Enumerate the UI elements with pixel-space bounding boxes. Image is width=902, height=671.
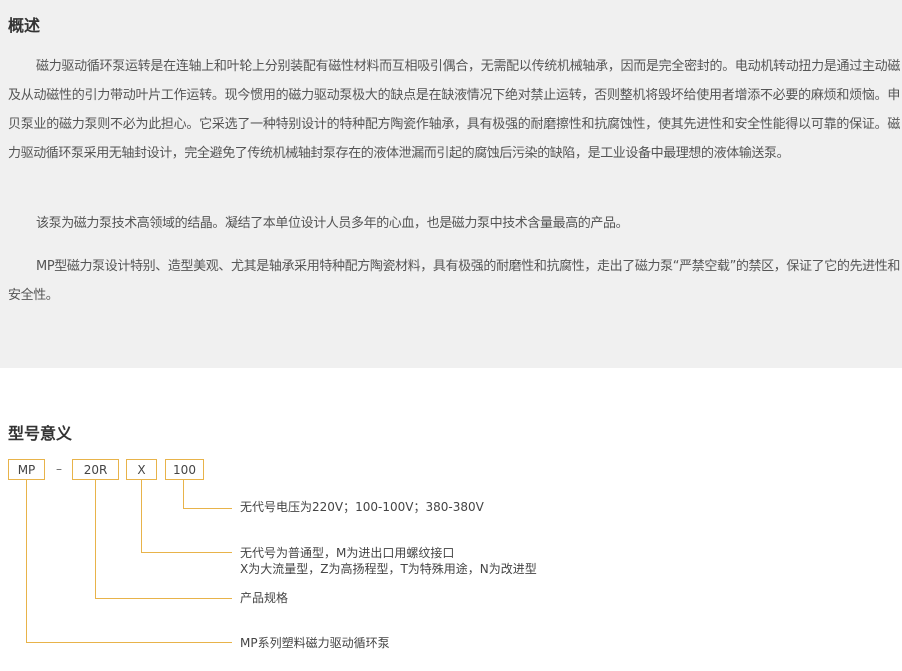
label-spec: 产品规格 xyxy=(240,591,289,605)
overview-title: 概述 xyxy=(8,16,41,35)
leader-line-series-h xyxy=(26,642,232,643)
code-box-spec: 20R xyxy=(72,459,119,480)
label-type-line-2: X为大流量型，Z为高扬程型，T为特殊用途，N为改进型 xyxy=(240,562,537,576)
leader-line-series-v xyxy=(26,480,27,643)
leader-line-spec-v xyxy=(95,480,96,599)
overview-paragraph-3: MP型磁力泵设计特别、造型美观、尤其是轴承采用特种配方陶瓷材料，具有极强的耐磨性… xyxy=(8,259,900,303)
overview-paragraph-1: 磁力驱动循环泵运转是在连轴上和叶轮上分别装配有磁性材料而互相吸引偶合，无需配以传… xyxy=(8,59,900,161)
code-separator: – xyxy=(56,462,62,476)
leader-line-voltage-v xyxy=(183,480,184,509)
code-box-type: X xyxy=(126,459,157,480)
overview-paragraph-2: 该泵为磁力泵技术高领域的结晶。凝结了本单位设计人员多年的心血，也是磁力泵中技术含… xyxy=(36,216,629,231)
code-box-series: MP xyxy=(8,459,45,480)
leader-line-voltage-h xyxy=(183,508,232,509)
label-type-line-1: 无代号为普通型，M为进出口用螺纹接口 xyxy=(240,546,455,560)
leader-line-type-v xyxy=(141,480,142,553)
label-voltage: 无代号电压为220V；100-100V；380-380V xyxy=(240,500,484,514)
overview-section: 概述 磁力驱动循环泵运转是在连轴上和叶轮上分别装配有磁性材料而互相吸引偶合，无需… xyxy=(0,0,902,368)
code-box-voltage: 100 xyxy=(165,459,204,480)
leader-line-spec-h xyxy=(95,598,232,599)
label-series: MP系列塑料磁力驱动循环泵 xyxy=(240,636,390,650)
model-meaning-title: 型号意义 xyxy=(8,424,73,443)
leader-line-type-h xyxy=(141,552,232,553)
